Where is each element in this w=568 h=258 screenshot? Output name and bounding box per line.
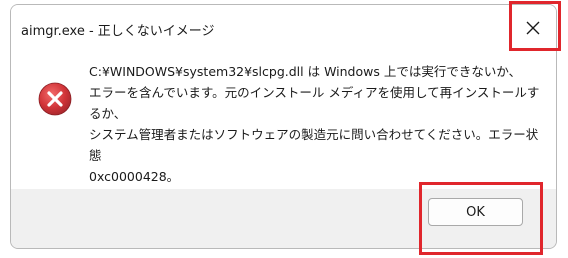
window-title: aimgr.exe - 正しくないイメージ — [21, 24, 215, 39]
ok-button[interactable]: OK — [428, 198, 523, 226]
close-icon — [526, 21, 540, 35]
error-message: C:¥WINDOWS¥system32¥slcpg.dll は Windows … — [89, 64, 540, 184]
error-icon — [38, 82, 72, 116]
screenshot-canvas: aimgr.exe - 正しくないイメージ C:¥WINDOWS¥system3… — [0, 0, 568, 258]
message-area: C:¥WINDOWS¥system32¥slcpg.dll は Windows … — [11, 51, 556, 189]
title-bar: aimgr.exe - 正しくないイメージ — [11, 5, 556, 51]
close-button[interactable] — [510, 5, 556, 51]
